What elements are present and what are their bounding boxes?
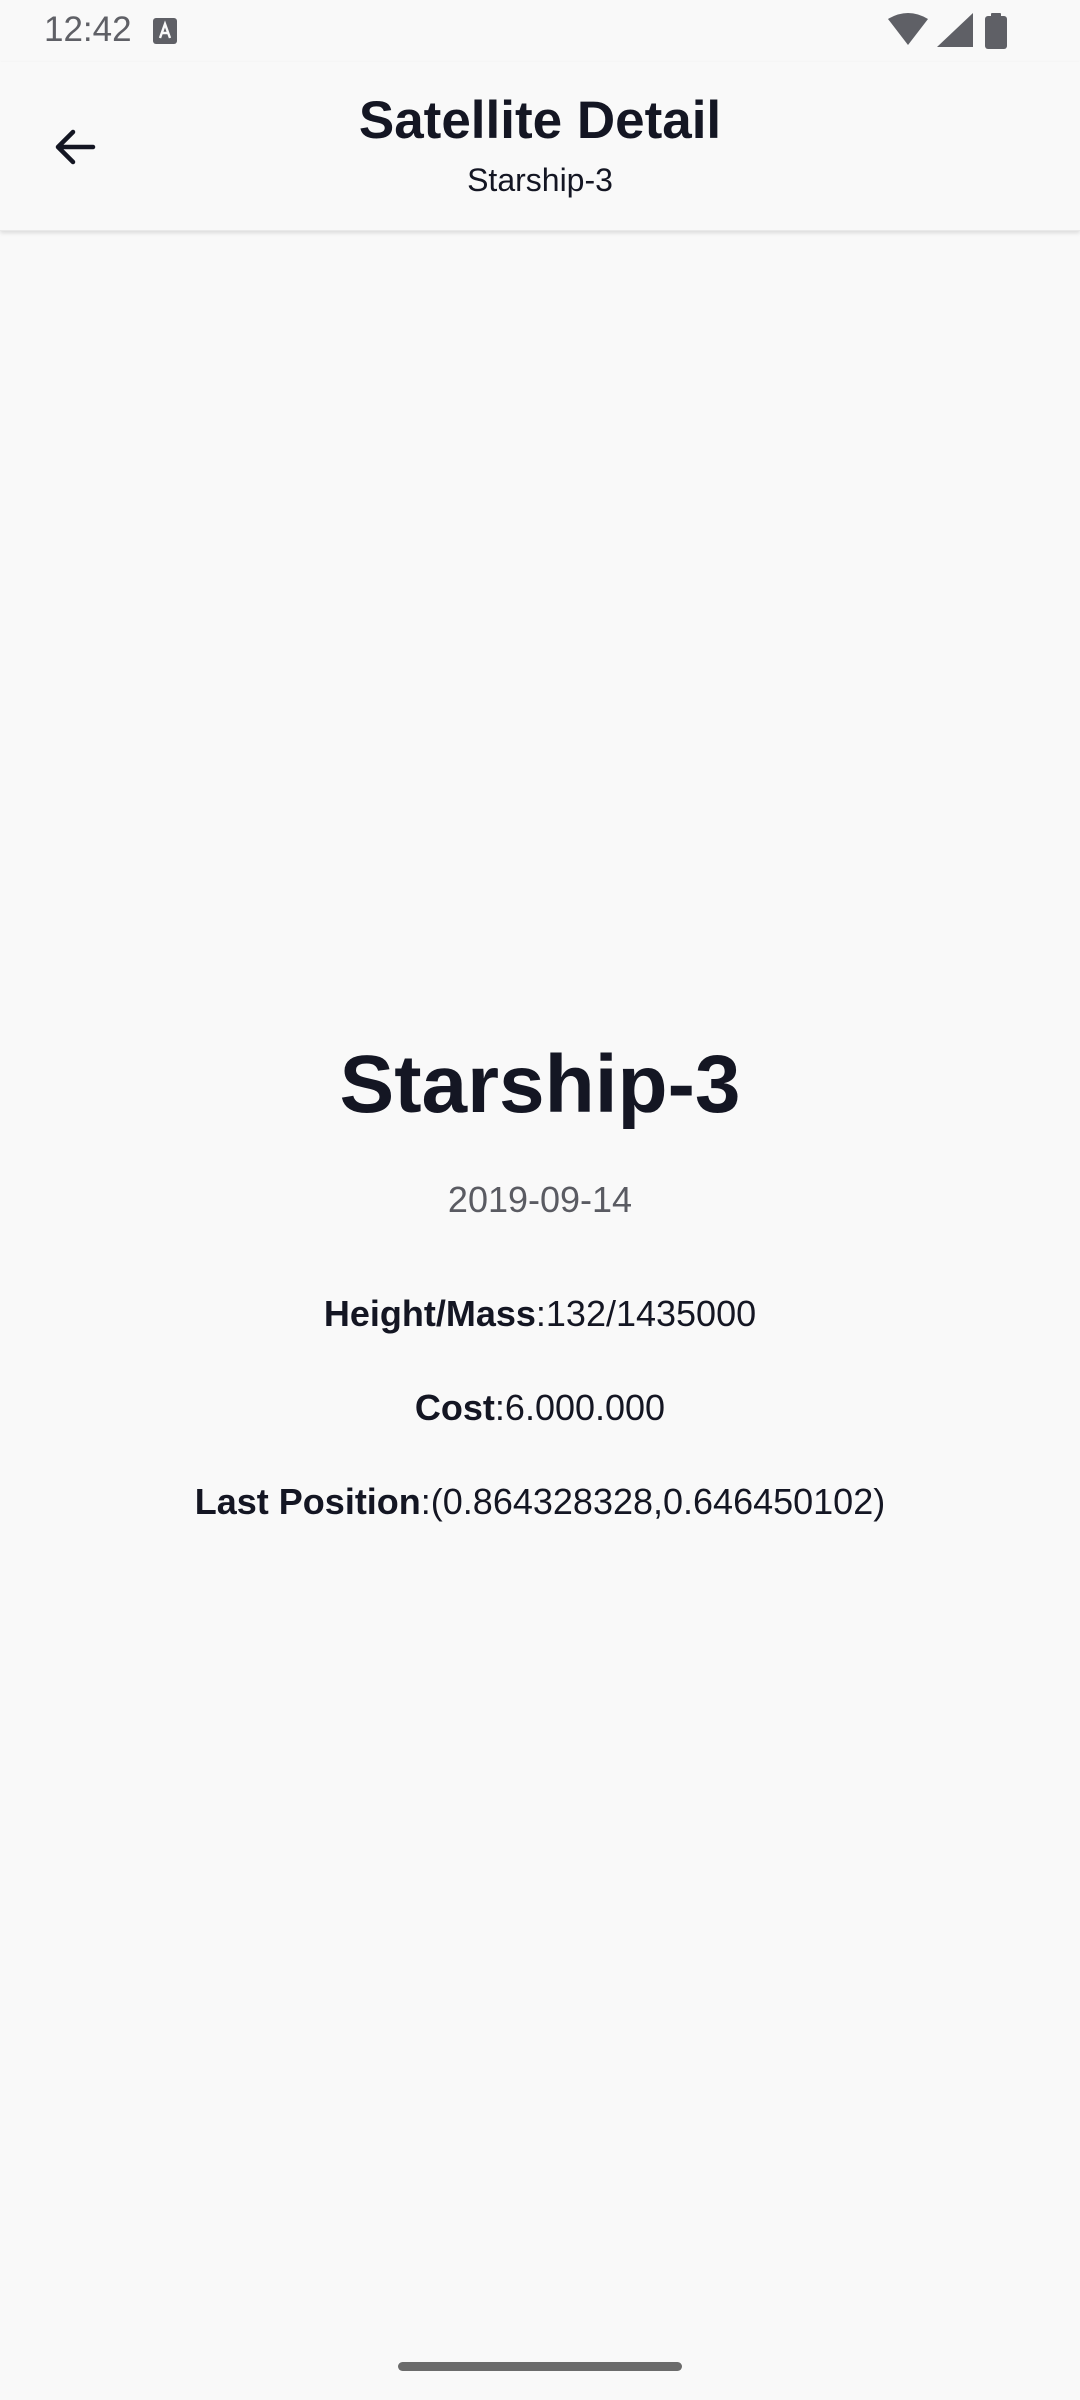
- a-notification-icon: [153, 18, 177, 44]
- page-title: Satellite Detail: [358, 91, 722, 150]
- wifi-icon: [888, 13, 928, 45]
- cost-value: :6.000.000: [494, 1387, 666, 1428]
- home-indicator[interactable]: [398, 2362, 682, 2371]
- height-mass-row: Height/Mass:132/1435000: [0, 1292, 1080, 1336]
- satellite-date: 2019-09-14: [447, 1179, 633, 1220]
- app-bar: Satellite Detail Starship-3: [0, 62, 1080, 231]
- height-mass-value: :132/1435000: [535, 1293, 757, 1334]
- status-bar: 12:42: [0, 0, 1080, 62]
- page-subtitle: Starship-3: [467, 162, 613, 198]
- satellite-name: Starship-3: [339, 1039, 741, 1130]
- status-time: 12:42: [44, 10, 132, 49]
- battery-icon: [985, 13, 1007, 49]
- last-position-value: :(0.864328328,0.646450102): [420, 1481, 886, 1522]
- height-mass-label: Height/Mass: [323, 1293, 536, 1334]
- cost-row: Cost:6.000.000: [0, 1386, 1080, 1430]
- cell-signal-icon: [937, 13, 973, 47]
- last-position-label: Last Position: [194, 1481, 421, 1522]
- cost-label: Cost: [414, 1387, 495, 1428]
- satellite-detail: Starship-3 2019-09-14 Height/Mass:132/14…: [0, 1030, 1080, 1524]
- last-position-row: Last Position:(0.864328328,0.646450102): [0, 1480, 1080, 1524]
